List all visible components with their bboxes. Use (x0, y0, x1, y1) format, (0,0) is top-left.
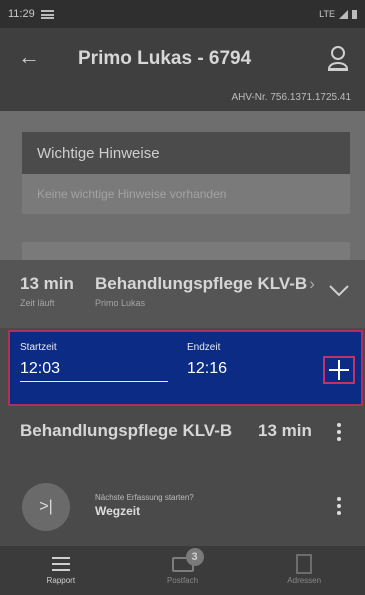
service-row[interactable]: Behandlungspflege KLV-B 13 min (0, 406, 365, 458)
back-arrow-icon[interactable]: ← (18, 44, 40, 70)
start-time-label: Startzeit (20, 342, 57, 353)
service-title: Behandlungspflege KLV-B (20, 421, 233, 440)
status-time: 11:29 (8, 8, 35, 20)
status-indicators: LTE (319, 9, 357, 19)
notification-icon (40, 9, 54, 19)
nav-item-adressen[interactable]: Adressen (243, 546, 365, 595)
ahv-number: AHV-Nr. 756.1371.1725.41 (231, 92, 351, 103)
time-entry-row: Startzeit 12:03 Endzeit 12:16 (8, 330, 363, 406)
add-time-button[interactable] (323, 356, 355, 384)
hints-card-body: Keine wichtige Hinweise vorhanden (22, 174, 350, 214)
next-entry-more-icon[interactable] (337, 497, 341, 515)
status-bar: 11:29 LTE (0, 0, 365, 28)
end-time-label: Endzeit (187, 342, 221, 353)
chevron-right-icon: › (309, 274, 315, 293)
start-time-field[interactable]: 12:03 (20, 360, 168, 382)
app-header: ← Primo Lukas - 6794 AHV-Nr. 756.1371.17… (0, 28, 365, 111)
signal-icon (339, 9, 348, 19)
bottom-navigation: Rapport 3 Postfach Adressen (0, 546, 365, 595)
timer-service: Behandlungspflege KLV-B › (95, 274, 315, 294)
nav-item-rapport[interactable]: Rapport (0, 546, 122, 595)
nav-item-postfach[interactable]: 3 Postfach (122, 546, 244, 595)
battery-icon (352, 9, 357, 19)
list-icon (51, 556, 70, 572)
timer-minutes: 13 min (20, 274, 74, 293)
content-area: Wichtige Hinweise Keine wichtige Hinweis… (0, 111, 365, 260)
running-timer-bar[interactable]: 13 min Zeit läuft Behandlungspflege KLV-… (0, 260, 365, 328)
postfach-badge: 3 (185, 548, 204, 566)
more-options-icon[interactable] (337, 423, 341, 441)
service-duration: 13 min (258, 421, 312, 440)
hints-card-title: Wichtige Hinweise (22, 132, 350, 174)
nav-label-rapport: Rapport (46, 576, 76, 585)
secondary-card (22, 242, 350, 260)
next-entry-prompt: Nächste Erfassung starten? (95, 493, 194, 502)
next-entry-value: Wegzeit (95, 504, 141, 518)
nav-label-postfach: Postfach (166, 576, 199, 585)
skip-next-icon: >| (39, 498, 53, 515)
nav-label-adressen: Adressen (287, 576, 322, 585)
next-entry-row[interactable]: >| Nächste Erfassung starten? Wegzeit (0, 458, 365, 546)
timer-status: Zeit läuft (20, 298, 55, 308)
page-title: Primo Lukas - 6794 (78, 48, 252, 69)
network-label: LTE (319, 9, 335, 19)
end-time-field[interactable]: 12:16 (187, 360, 227, 378)
contact-icon (296, 554, 313, 574)
next-entry-start-button[interactable]: >| (22, 483, 70, 531)
timer-client: Primo Lukas (95, 298, 146, 308)
chevron-down-icon[interactable] (326, 280, 352, 300)
timer-service-label: Behandlungspflege KLV-B (95, 274, 308, 293)
person-icon[interactable] (327, 45, 349, 71)
